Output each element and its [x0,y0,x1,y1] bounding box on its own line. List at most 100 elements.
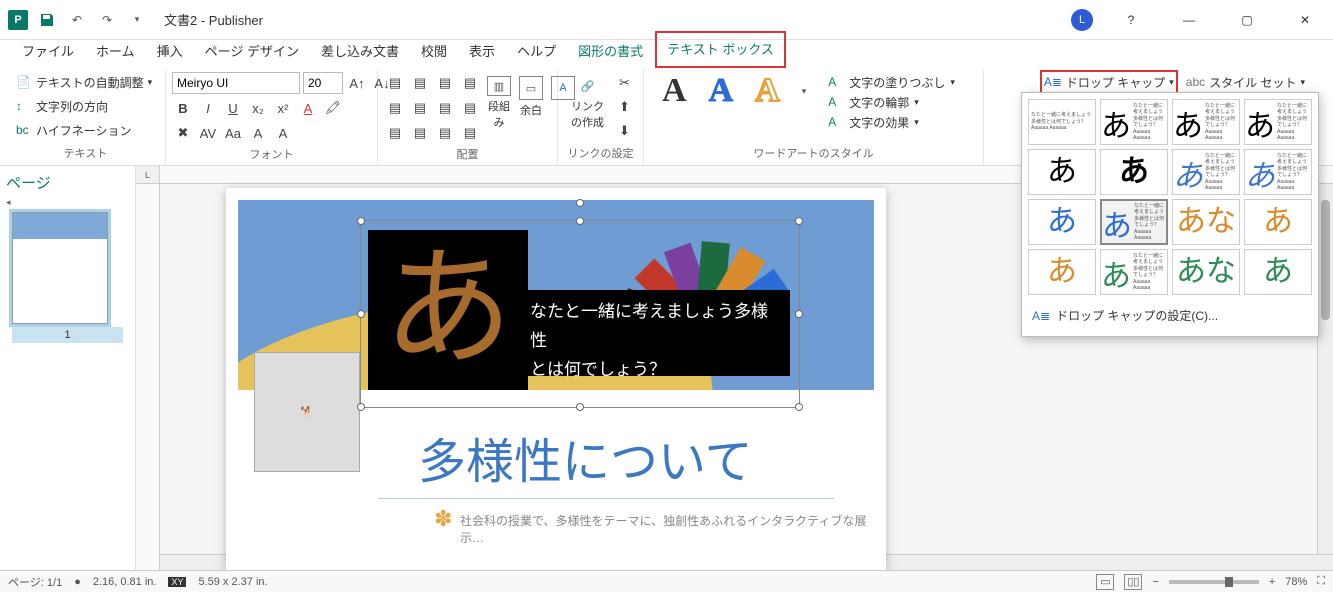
font-size-input[interactable] [303,72,343,94]
redo-icon[interactable]: ↷ [98,11,116,29]
italic-button[interactable]: I [197,97,219,119]
tab-shape-format[interactable]: 図形の書式 [568,35,653,68]
align-mid-left-button[interactable]: ▤ [384,97,406,119]
highlight-button[interactable]: 🖍 [322,97,344,119]
qat-customize-icon[interactable]: ▾ [128,11,146,29]
text-direction-button[interactable]: ↕文字列の方向 [12,96,112,117]
resize-handle-sw[interactable] [357,403,365,411]
align-top-justify-button[interactable]: ▤ [459,72,481,94]
subscript-button[interactable]: x₂ [247,97,269,119]
publication-page[interactable]: 🐕 あ なたと一緒に考えましょう多様性 とは何でしょう？ [226,188,886,570]
char-spacing-button[interactable]: AV [197,122,219,144]
close-button[interactable]: ✕ [1285,5,1325,35]
fit-text-button[interactable]: 📄テキストの自動調整 ▾ [12,72,156,93]
two-page-view-button[interactable]: ▯▯ [1124,574,1142,590]
drop-cap-settings-button[interactable]: A≣ ドロップ キャップの設定(C)... [1028,301,1312,330]
font-color-button[interactable]: A [297,97,319,119]
align-bot-left-button[interactable]: ▤ [384,122,406,144]
drop-cap-option[interactable]: あ [1028,199,1096,245]
resize-handle-se[interactable] [795,403,803,411]
vertical-scrollbar-thumb[interactable] [1321,200,1330,320]
columns-button[interactable]: ▥ 段組み [485,72,513,134]
vertical-ruler[interactable] [136,184,160,570]
wordart-gallery[interactable]: A A A ▾ [650,72,818,110]
align-mid-center-button[interactable]: ▤ [409,97,431,119]
inserted-photo[interactable]: 🐕 [254,352,360,472]
undo-icon[interactable]: ↶ [68,11,86,29]
tab-page-design[interactable]: ページ デザイン [195,35,309,68]
tab-home[interactable]: ホーム [86,35,145,68]
hyphenation-button[interactable]: bcハイフネーション [12,120,136,141]
resize-handle-w[interactable] [357,310,365,318]
prev-link-button[interactable]: ⬆ [614,96,636,118]
single-page-view-button[interactable]: ▭ [1096,574,1114,590]
rotate-handle[interactable] [576,199,584,207]
drop-cap-option[interactable]: あ [1028,249,1096,295]
wordart-gallery-more-icon[interactable]: ▾ [802,86,807,97]
ruler-corner[interactable]: L [136,166,160,184]
change-case-button[interactable]: Aa [222,122,244,144]
align-top-left-button[interactable]: ▤ [384,72,406,94]
document-title-text[interactable]: 多様性について [418,422,753,492]
drop-cap-option[interactable]: あなたと一緒に考えましょう多様性とは何でしょう？ Aaaaaa Aaaaaa [1100,99,1168,145]
align-top-right-button[interactable]: ▤ [434,72,456,94]
tab-help[interactable]: ヘルプ [507,35,566,68]
drop-cap-option[interactable]: あ [1100,149,1168,195]
drop-cap-option[interactable]: あなたと一緒に考えましょう多様性とは何でしょう？ Aaaaaa Aaaaaa [1244,149,1312,195]
drop-cap-option-none[interactable]: なたと一緒に考えましょう多様性とは何でしょう？ Aaaaaa Aaaaaa [1028,99,1096,145]
resize-handle-ne[interactable] [795,217,803,225]
zoom-level[interactable]: 78% [1285,576,1307,588]
create-link-button[interactable]: 🔗 リンクの作成 [566,72,610,134]
underline-button[interactable]: U [222,97,244,119]
align-bot-center-button[interactable]: ▤ [409,122,431,144]
text-fill-button[interactable]: A文字の塗りつぶし ▾ [828,74,955,91]
vertical-scrollbar[interactable] [1317,184,1333,554]
clear-format-button[interactable]: A [272,122,294,144]
font-name-input[interactable] [172,72,300,94]
wordart-style-2[interactable]: A [709,72,734,110]
tab-insert[interactable]: 挿入 [147,35,193,68]
resize-handle-nw[interactable] [357,217,365,225]
align-bot-justify-button[interactable]: ▤ [459,122,481,144]
tab-text-box[interactable]: テキスト ボックス [657,33,784,66]
margins-button[interactable]: ▭ 余白 [517,72,545,134]
drop-cap-option[interactable]: あ [1244,199,1312,245]
text-effects-button[interactable]: A文字の効果 ▾ [828,114,955,131]
drop-cap-option[interactable]: あな [1172,249,1240,295]
minimize-button[interactable]: ― [1169,5,1209,35]
wordart-style-1[interactable]: A [662,72,687,110]
drop-cap-option[interactable]: あ [1244,249,1312,295]
zoom-in-button[interactable]: + [1269,576,1275,588]
resize-handle-e[interactable] [795,310,803,318]
selection-frame[interactable] [360,220,800,408]
drop-cap-option[interactable]: あなたと一緒に考えましょう多様性とは何でしょう？ Aaaaaa Aaaaaa [1172,99,1240,145]
status-page-info[interactable]: ページ: 1/1 [8,574,62,590]
zoom-slider[interactable] [1169,580,1259,584]
maximize-button[interactable]: ▢ [1227,5,1267,35]
page-thumbnail[interactable] [12,212,108,324]
break-link-button[interactable]: ✂ [614,72,636,94]
bold-button[interactable]: B [172,97,194,119]
user-account-badge[interactable]: L [1071,9,1093,31]
fit-page-button[interactable]: ⛶ [1317,575,1325,588]
zoom-out-button[interactable]: − [1152,576,1158,588]
text-outline-button[interactable]: A文字の輪郭 ▾ [828,94,955,111]
stylistic-sets-button[interactable]: A [247,122,269,144]
grow-font-button[interactable]: A↑ [346,72,368,94]
drop-cap-option[interactable]: あなたと一緒に考えましょう多様性とは何でしょう？ Aaaaaa Aaaaaa [1100,249,1168,295]
tab-mailings[interactable]: 差し込み文書 [311,35,409,68]
drop-cap-option[interactable]: あなたと一緒に考えましょう多様性とは何でしょう？ Aaaaaa Aaaaaa [1172,149,1240,195]
wordart-style-3[interactable]: A [755,72,780,110]
align-top-center-button[interactable]: ▤ [409,72,431,94]
body-snippet[interactable]: 社会科の授業で、多様性をテーマに、独創性あふれるインタラクティブな展示… [460,512,874,546]
align-mid-right-button[interactable]: ▤ [434,97,456,119]
next-link-button[interactable]: ⬇ [614,120,636,142]
drop-cap-option[interactable]: あなたと一緒に考えましょう多様性とは何でしょう？ Aaaaaa Aaaaaa [1244,99,1312,145]
style-set-button[interactable]: abc スタイル セット ▾ [1186,74,1305,91]
superscript-button[interactable]: x² [272,97,294,119]
tab-file[interactable]: ファイル [12,35,84,68]
save-icon[interactable] [38,11,56,29]
tab-view[interactable]: 表示 [459,35,505,68]
align-bot-right-button[interactable]: ▤ [434,122,456,144]
help-icon[interactable]: ? [1111,5,1151,35]
